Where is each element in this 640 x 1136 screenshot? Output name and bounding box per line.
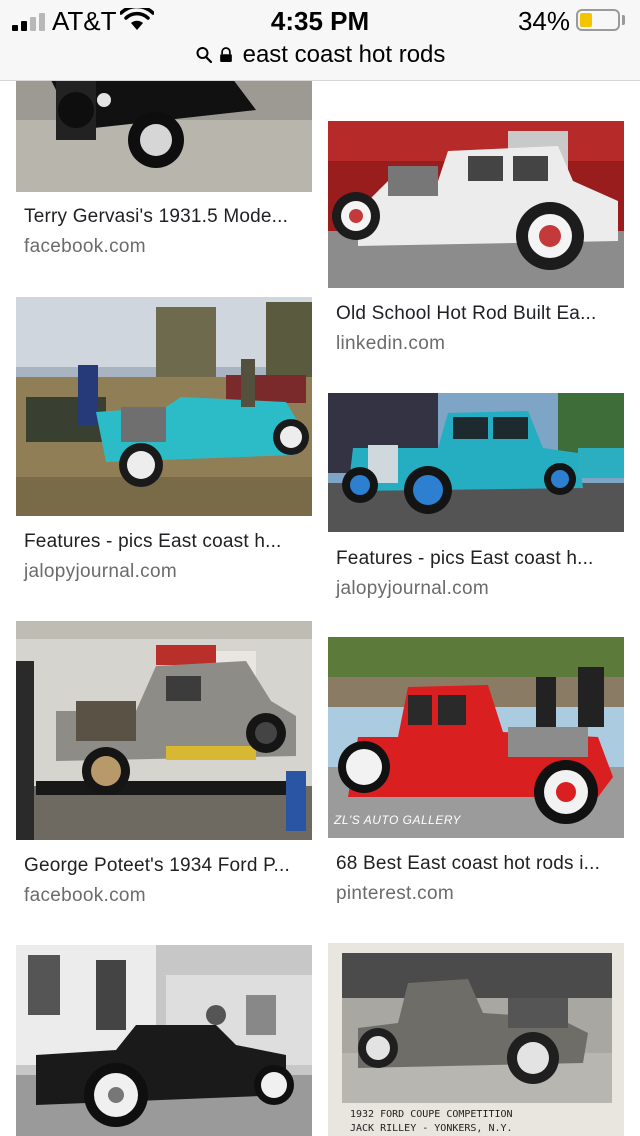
result-card[interactable]: 1932 FORD COUPE COMPETITION JACK RILLEY …: [328, 943, 624, 1136]
image-results-grid: Terry Gervasi's 1931.5 Mode... facebook.…: [0, 0, 640, 1136]
status-bar: AT&T 4:35 PM 34%: [0, 0, 640, 40]
result-source: jalopyjournal.com: [336, 578, 489, 599]
battery-nub: [622, 15, 625, 25]
image-caption-line: JACK RILLEY - YONKERS, N.Y.: [350, 1123, 513, 1134]
result-thumbnail[interactable]: [328, 121, 624, 288]
result-source: facebook.com: [24, 236, 146, 257]
result-card[interactable]: Old School Hot Rod Built Ea... linkedin.…: [328, 121, 624, 371]
battery-level: [580, 13, 592, 27]
result-card[interactable]: George Poteet's 1934 Ford P... facebook.…: [16, 621, 312, 911]
result-title[interactable]: Features - pics East coast h...: [336, 548, 620, 570]
result-title[interactable]: Old School Hot Rod Built Ea...: [336, 303, 620, 325]
result-source: linkedin.com: [336, 333, 446, 354]
result-source: pinterest.com: [336, 883, 454, 904]
result-title[interactable]: Features - pics East coast h...: [24, 531, 308, 553]
result-thumbnail[interactable]: [16, 621, 312, 840]
result-card[interactable]: ZL'S AUTO GALLERY 68 Best East coast hot…: [328, 637, 624, 912]
result-card[interactable]: Features - pics East coast h... jalopyjo…: [328, 393, 624, 608]
url-text: east coast hot rods: [242, 41, 446, 68]
result-thumbnail[interactable]: [16, 945, 312, 1136]
result-thumbnail[interactable]: 1932 FORD COUPE COMPETITION JACK RILLEY …: [328, 943, 624, 1136]
search-icon: [196, 47, 212, 64]
result-source: facebook.com: [24, 885, 146, 906]
battery-icon: [576, 9, 620, 31]
result-card[interactable]: Features - pics East coast h... jalopyjo…: [16, 297, 312, 593]
result-title[interactable]: Terry Gervasi's 1931.5 Mode...: [24, 206, 308, 228]
lock-icon: [219, 47, 232, 62]
result-title[interactable]: George Poteet's 1934 Ford P...: [24, 855, 308, 877]
result-title[interactable]: 68 Best East coast hot rods i...: [336, 853, 620, 875]
image-caption-line: 1932 FORD COUPE COMPETITION: [350, 1109, 513, 1120]
result-thumbnail[interactable]: [16, 297, 312, 516]
browser-top-bar: AT&T 4:35 PM 34% east coast hot rods: [0, 0, 640, 81]
image-watermark: ZL'S AUTO GALLERY: [334, 813, 462, 827]
address-bar[interactable]: east coast hot rods: [0, 40, 640, 70]
result-thumbnail[interactable]: [328, 393, 624, 532]
result-source: jalopyjournal.com: [24, 561, 177, 582]
result-card[interactable]: [16, 945, 312, 1136]
result-thumbnail[interactable]: ZL'S AUTO GALLERY: [328, 637, 624, 838]
battery-percent: 34%: [517, 6, 570, 36]
